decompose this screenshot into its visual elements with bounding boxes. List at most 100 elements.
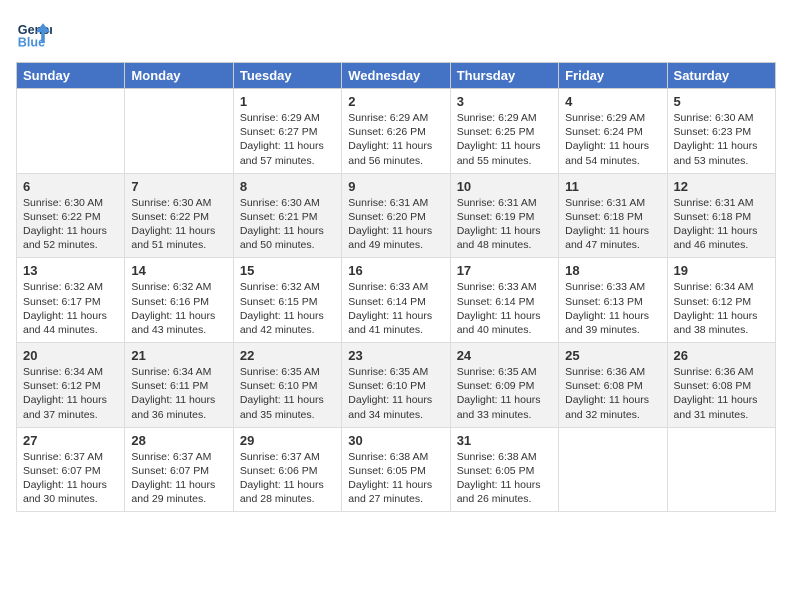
calendar-cell — [559, 427, 667, 512]
logo: General Blue — [16, 16, 56, 52]
day-content: Sunrise: 6:30 AM Sunset: 6:22 PM Dayligh… — [131, 196, 226, 253]
day-number: 26 — [674, 348, 769, 363]
day-content: Sunrise: 6:31 AM Sunset: 6:19 PM Dayligh… — [457, 196, 552, 253]
calendar-cell: 22 Sunrise: 6:35 AM Sunset: 6:10 PM Dayli… — [233, 343, 341, 428]
day-number: 14 — [131, 263, 226, 278]
day-content: Sunrise: 6:37 AM Sunset: 6:07 PM Dayligh… — [131, 450, 226, 507]
day-content: Sunrise: 6:32 AM Sunset: 6:15 PM Dayligh… — [240, 280, 335, 337]
day-content: Sunrise: 6:38 AM Sunset: 6:05 PM Dayligh… — [457, 450, 552, 507]
calendar-cell: 11Sunrise: 6:31 AM Sunset: 6:18 PM Dayli… — [559, 173, 667, 258]
day-number: 4 — [565, 94, 660, 109]
calendar-cell — [667, 427, 775, 512]
day-number: 15 — [240, 263, 335, 278]
day-number: 11 — [565, 179, 660, 194]
calendar-cell: 8 Sunrise: 6:30 AM Sunset: 6:21 PM Daylig… — [233, 173, 341, 258]
day-content: Sunrise: 6:35 AM Sunset: 6:09 PM Dayligh… — [457, 365, 552, 422]
day-number: 28 — [131, 433, 226, 448]
day-content: Sunrise: 6:36 AM Sunset: 6:08 PM Dayligh… — [565, 365, 660, 422]
calendar-cell: 3Sunrise: 6:29 AM Sunset: 6:25 PM Daylig… — [450, 89, 558, 174]
day-number: 7 — [131, 179, 226, 194]
day-number: 21 — [131, 348, 226, 363]
day-content: Sunrise: 6:34 AM Sunset: 6:12 PM Dayligh… — [674, 280, 769, 337]
calendar-cell: 28 Sunrise: 6:37 AM Sunset: 6:07 PM Dayli… — [125, 427, 233, 512]
day-number: 12 — [674, 179, 769, 194]
day-content: Sunrise: 6:30 AM Sunset: 6:21 PM Dayligh… — [240, 196, 335, 253]
day-content: Sunrise: 6:33 AM Sunset: 6:13 PM Dayligh… — [565, 280, 660, 337]
day-number: 6 — [23, 179, 118, 194]
day-content: Sunrise: 6:35 AM Sunset: 6:10 PM Dayligh… — [240, 365, 335, 422]
calendar-cell: 15 Sunrise: 6:32 AM Sunset: 6:15 PM Dayli… — [233, 258, 341, 343]
calendar-cell: 18 Sunrise: 6:33 AM Sunset: 6:13 PM Dayli… — [559, 258, 667, 343]
calendar-cell: 13 Sunrise: 6:32 AM Sunset: 6:17 PM Dayli… — [17, 258, 125, 343]
calendar-cell: 31 Sunrise: 6:38 AM Sunset: 6:05 PM Dayli… — [450, 427, 558, 512]
day-content: Sunrise: 6:29 AM Sunset: 6:26 PM Dayligh… — [348, 111, 443, 168]
day-content: Sunrise: 6:29 AM Sunset: 6:24 PM Dayligh… — [565, 111, 660, 168]
day-number: 25 — [565, 348, 660, 363]
day-number: 3 — [457, 94, 552, 109]
calendar-cell: 19 Sunrise: 6:34 AM Sunset: 6:12 PM Dayli… — [667, 258, 775, 343]
calendar-cell: 24Sunrise: 6:35 AM Sunset: 6:09 PM Dayli… — [450, 343, 558, 428]
day-content: Sunrise: 6:31 AM Sunset: 6:18 PM Dayligh… — [674, 196, 769, 253]
day-number: 13 — [23, 263, 118, 278]
day-number: 27 — [23, 433, 118, 448]
day-content: Sunrise: 6:35 AM Sunset: 6:10 PM Dayligh… — [348, 365, 443, 422]
col-header-tuesday: Tuesday — [233, 63, 341, 89]
day-number: 18 — [565, 263, 660, 278]
day-content: Sunrise: 6:33 AM Sunset: 6:14 PM Dayligh… — [457, 280, 552, 337]
calendar-cell: 21 Sunrise: 6:34 AM Sunset: 6:11 PM Dayli… — [125, 343, 233, 428]
calendar-cell: 30 Sunrise: 6:38 AM Sunset: 6:05 PM Dayli… — [342, 427, 450, 512]
day-content: Sunrise: 6:36 AM Sunset: 6:08 PM Dayligh… — [674, 365, 769, 422]
calendar-cell: 6 Sunrise: 6:30 AM Sunset: 6:22 PM Daylig… — [17, 173, 125, 258]
header-row: SundayMondayTuesdayWednesdayThursdayFrid… — [17, 63, 776, 89]
calendar-cell: 5 Sunrise: 6:30 AM Sunset: 6:23 PM Daylig… — [667, 89, 775, 174]
day-number: 5 — [674, 94, 769, 109]
day-number: 9 — [348, 179, 443, 194]
calendar-cell: 27Sunrise: 6:37 AM Sunset: 6:07 PM Dayli… — [17, 427, 125, 512]
col-header-monday: Monday — [125, 63, 233, 89]
calendar-cell: 17Sunrise: 6:33 AM Sunset: 6:14 PM Dayli… — [450, 258, 558, 343]
day-number: 20 — [23, 348, 118, 363]
calendar-table: SundayMondayTuesdayWednesdayThursdayFrid… — [16, 62, 776, 512]
day-content: Sunrise: 6:31 AM Sunset: 6:20 PM Dayligh… — [348, 196, 443, 253]
day-content: Sunrise: 6:32 AM Sunset: 6:16 PM Dayligh… — [131, 280, 226, 337]
calendar-week-3: 13 Sunrise: 6:32 AM Sunset: 6:17 PM Dayli… — [17, 258, 776, 343]
day-number: 16 — [348, 263, 443, 278]
calendar-cell: 26 Sunrise: 6:36 AM Sunset: 6:08 PM Dayli… — [667, 343, 775, 428]
calendar-cell: 23 Sunrise: 6:35 AM Sunset: 6:10 PM Dayli… — [342, 343, 450, 428]
page-header: General Blue — [16, 16, 776, 52]
day-number: 23 — [348, 348, 443, 363]
day-number: 10 — [457, 179, 552, 194]
day-content: Sunrise: 6:30 AM Sunset: 6:22 PM Dayligh… — [23, 196, 118, 253]
day-number: 19 — [674, 263, 769, 278]
day-number: 30 — [348, 433, 443, 448]
calendar-cell — [125, 89, 233, 174]
calendar-cell: 1 Sunrise: 6:29 AM Sunset: 6:27 PM Daylig… — [233, 89, 341, 174]
calendar-cell: 20Sunrise: 6:34 AM Sunset: 6:12 PM Dayli… — [17, 343, 125, 428]
day-number: 22 — [240, 348, 335, 363]
day-number: 29 — [240, 433, 335, 448]
calendar-cell: 2 Sunrise: 6:29 AM Sunset: 6:26 PM Daylig… — [342, 89, 450, 174]
calendar-week-2: 6 Sunrise: 6:30 AM Sunset: 6:22 PM Daylig… — [17, 173, 776, 258]
day-content: Sunrise: 6:29 AM Sunset: 6:27 PM Dayligh… — [240, 111, 335, 168]
day-content: Sunrise: 6:32 AM Sunset: 6:17 PM Dayligh… — [23, 280, 118, 337]
day-number: 31 — [457, 433, 552, 448]
calendar-cell — [17, 89, 125, 174]
calendar-cell: 10 Sunrise: 6:31 AM Sunset: 6:19 PM Dayli… — [450, 173, 558, 258]
logo-icon: General Blue — [16, 16, 52, 52]
day-content: Sunrise: 6:34 AM Sunset: 6:11 PM Dayligh… — [131, 365, 226, 422]
day-content: Sunrise: 6:37 AM Sunset: 6:06 PM Dayligh… — [240, 450, 335, 507]
calendar-cell: 14 Sunrise: 6:32 AM Sunset: 6:16 PM Dayli… — [125, 258, 233, 343]
day-number: 8 — [240, 179, 335, 194]
day-content: Sunrise: 6:33 AM Sunset: 6:14 PM Dayligh… — [348, 280, 443, 337]
calendar-cell: 12 Sunrise: 6:31 AM Sunset: 6:18 PM Dayli… — [667, 173, 775, 258]
day-number: 2 — [348, 94, 443, 109]
calendar-cell: 4 Sunrise: 6:29 AM Sunset: 6:24 PM Daylig… — [559, 89, 667, 174]
calendar-week-4: 20Sunrise: 6:34 AM Sunset: 6:12 PM Dayli… — [17, 343, 776, 428]
day-number: 1 — [240, 94, 335, 109]
calendar-cell: 29 Sunrise: 6:37 AM Sunset: 6:06 PM Dayli… — [233, 427, 341, 512]
calendar-cell: 25 Sunrise: 6:36 AM Sunset: 6:08 PM Dayli… — [559, 343, 667, 428]
calendar-week-1: 1 Sunrise: 6:29 AM Sunset: 6:27 PM Daylig… — [17, 89, 776, 174]
day-content: Sunrise: 6:30 AM Sunset: 6:23 PM Dayligh… — [674, 111, 769, 168]
col-header-wednesday: Wednesday — [342, 63, 450, 89]
day-content: Sunrise: 6:38 AM Sunset: 6:05 PM Dayligh… — [348, 450, 443, 507]
